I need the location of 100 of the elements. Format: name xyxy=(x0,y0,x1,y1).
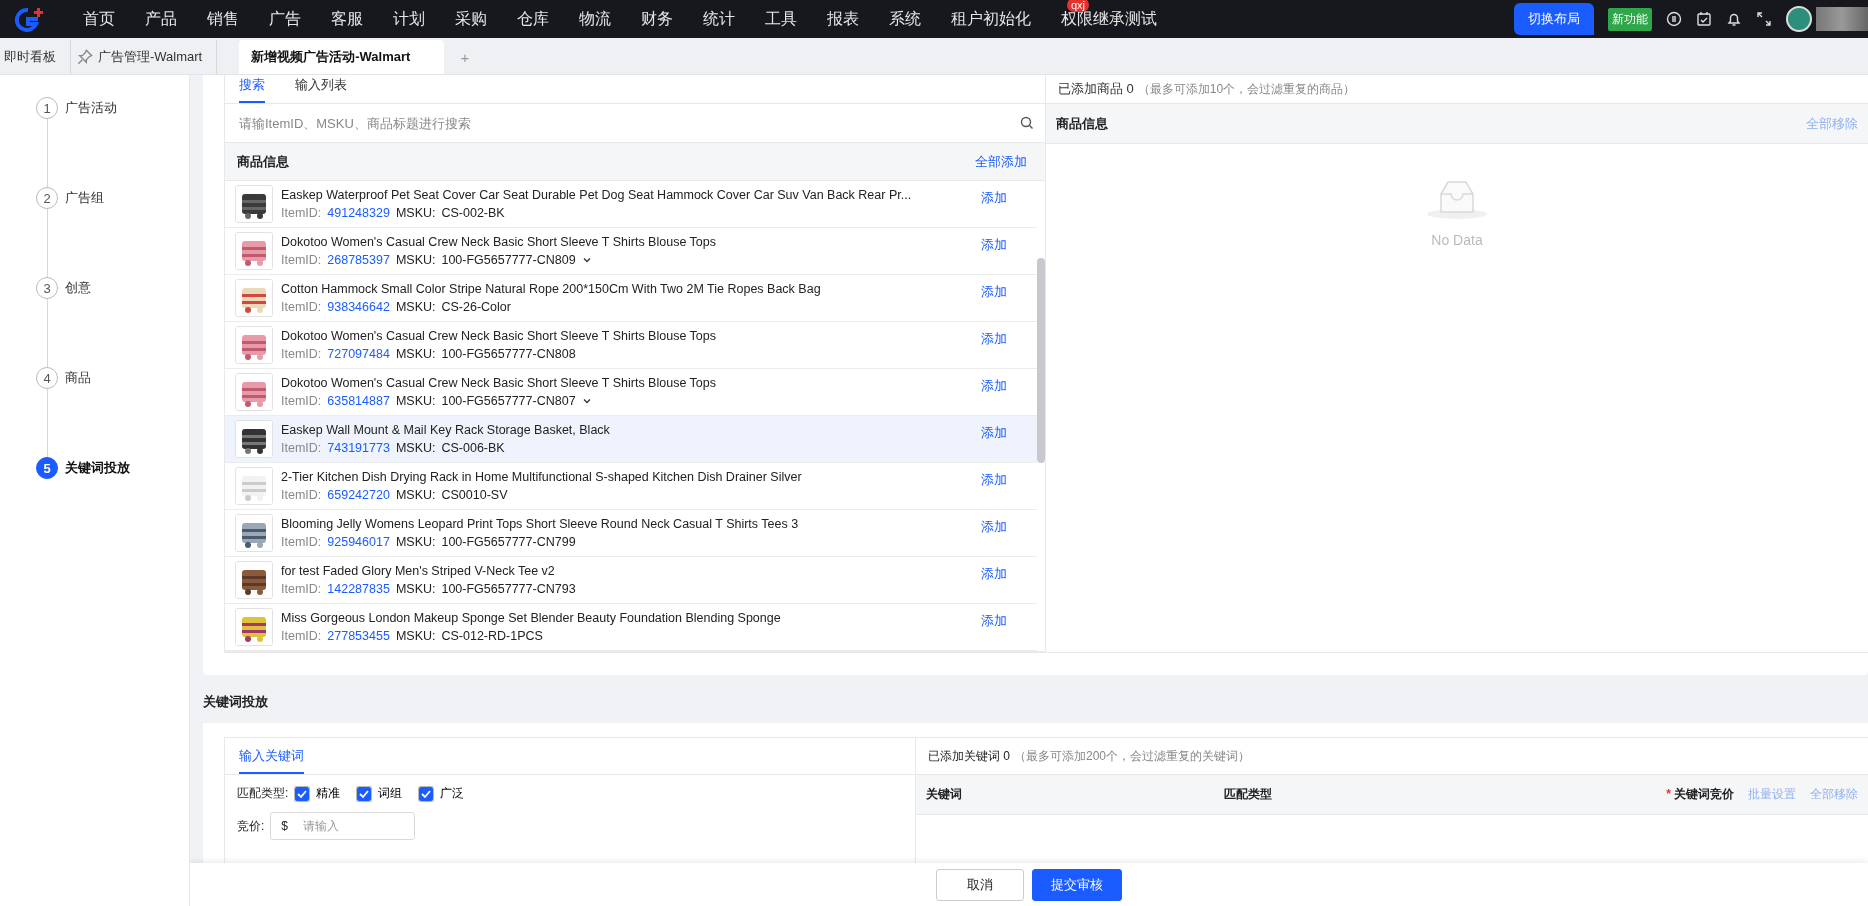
nav-item[interactable]: 租户初始化 xyxy=(936,0,1046,38)
chevron-down-icon[interactable] xyxy=(581,396,592,406)
msku-value: CS0010-SV xyxy=(441,488,508,502)
msku-value: CS-002-BK xyxy=(441,206,505,220)
product-row[interactable]: Miss Gorgeous London Makeup Sponge Set Blender Beauty Foundation Blending Sponge ItemID: 277853455 MSKU: CS-012-RD-1PCS 添加 xyxy=(225,604,1037,651)
submit-button[interactable]: 提交审核 xyxy=(1032,869,1122,901)
column-header: 商品信息 xyxy=(237,152,289,171)
item-id-link[interactable]: 268785397 xyxy=(327,253,390,267)
panel-tab[interactable]: 输入列表 xyxy=(295,76,347,103)
expand-icon[interactable] xyxy=(1756,11,1772,27)
item-id-link[interactable]: 727097484 xyxy=(327,347,390,361)
msku-value: 100-FG5657777-CN809 xyxy=(441,253,576,267)
add-all-link[interactable]: 全部添加 xyxy=(975,152,1027,171)
item-id-link[interactable]: 743191773 xyxy=(327,441,390,455)
product-row[interactable]: Easkep Waterproof Pet Seat Cover Car Seat Durable Pet Dog Seat Hammock Cover Car Suv Van Back Rear Pr... ItemID: 491248329 MSKU: CS-002-BK 添加 xyxy=(225,181,1037,228)
nav-item[interactable]: 工具 xyxy=(750,0,812,38)
step-item[interactable]: 4 商品 xyxy=(36,367,91,389)
product-row[interactable]: for test Faded Glory Men's Striped V-Neck Tee v2 ItemID: 142287835 MSKU: 100-FG5657777-CN793 添加 xyxy=(225,557,1037,604)
page-tab[interactable]: 即时看板 xyxy=(0,40,71,74)
checkbox-icon xyxy=(356,785,373,802)
product-title: Miss Gorgeous London Makeup Sponge Set Blender Beauty Foundation Blending Sponge xyxy=(281,611,782,625)
product-title: Dokotoo Women's Casual Crew Neck Basic Short Sleeve T Shirts Blouse Tops xyxy=(281,329,717,343)
item-id-label: ItemID: xyxy=(281,300,322,314)
item-id-link[interactable]: 635814887 xyxy=(327,394,390,408)
add-link[interactable]: 添加 xyxy=(981,236,1007,254)
inbox-icon xyxy=(1425,178,1489,220)
item-id-link[interactable]: 277853455 xyxy=(327,629,390,643)
search-field[interactable]: 请输ItemID、MSKU、商品标题进行搜索 xyxy=(237,114,1019,132)
nav-item[interactable]: 权限继承测试 qxj xyxy=(1046,0,1172,38)
step-item[interactable]: 1 广告活动 xyxy=(36,97,117,119)
item-id-link[interactable]: 659242720 xyxy=(327,488,390,502)
item-id-link[interactable]: 491248329 xyxy=(327,206,390,220)
checkbox-icon xyxy=(294,785,311,802)
nav-item[interactable]: 广告 xyxy=(254,0,316,38)
item-id-label: ItemID: xyxy=(281,535,322,549)
item-id-label: ItemID: xyxy=(281,394,322,408)
nav-item[interactable]: 财务 xyxy=(626,0,688,38)
product-title: Dokotoo Women's Casual Crew Neck Basic Short Sleeve T Shirts Blouse Tops xyxy=(281,376,717,390)
nav-item[interactable]: 计划 xyxy=(378,0,440,38)
field-label: 竞价: xyxy=(237,817,265,835)
step-item[interactable]: 5 关键词投放 xyxy=(36,457,130,479)
product-row[interactable]: Dokotoo Women's Casual Crew Neck Basic Short Sleeve T Shirts Blouse Tops ItemID: 727097484 MSKU: 100-FG5657777-CN808 添加 xyxy=(225,322,1037,369)
item-id-label: ItemID: xyxy=(281,347,322,361)
nav-item[interactable]: 仓库 xyxy=(502,0,564,38)
nav-item[interactable]: 采购 xyxy=(440,0,502,38)
msku-value: CS-006-BK xyxy=(441,441,505,455)
add-link[interactable]: 添加 xyxy=(981,283,1007,301)
product-title: 2-Tier Kitchen Dish Drying Rack in Home Multifunctional S-shaped Kitchen Dish Drainer Silver xyxy=(281,470,803,484)
add-link[interactable]: 添加 xyxy=(981,518,1007,536)
nav-item[interactable]: 产品 xyxy=(130,0,192,38)
column-header: * 关键词竞价 xyxy=(1666,786,1734,803)
section-title: 关键词投放 xyxy=(203,693,269,711)
product-row[interactable]: Cotton Hammock Small Color Stripe Natural Rope 200*150Cm With Two 2M Tie Ropes Back Bag ItemID: 938346642 MSKU: CS-26-Color 添加 xyxy=(225,275,1037,322)
chevron-down-icon[interactable] xyxy=(581,255,592,265)
bell-icon[interactable] xyxy=(1726,11,1742,27)
nav-item[interactable]: 系统 xyxy=(874,0,936,38)
cancel-button[interactable]: 取消 xyxy=(936,869,1024,901)
product-row[interactable]: Dokotoo Women's Casual Crew Neck Basic Short Sleeve T Shirts Blouse Tops ItemID: 268785397 MSKU: 100-FG5657777-CN809 添加 xyxy=(225,228,1037,275)
add-link[interactable]: 添加 xyxy=(981,612,1007,630)
item-id-link[interactable]: 142287835 xyxy=(327,582,390,596)
nav-item[interactable]: 首页 xyxy=(68,0,130,38)
calendar-check-icon[interactable] xyxy=(1696,11,1712,27)
add-link[interactable]: 添加 xyxy=(981,565,1007,583)
product-title: Cotton Hammock Small Color Stripe Natural Rope 200*150Cm With Two 2M Tie Ropes Back Bag xyxy=(281,282,822,296)
avatar[interactable] xyxy=(1786,6,1812,32)
msku-value: CS-012-RD-1PCS xyxy=(441,629,543,643)
product-row[interactable]: Blooming Jelly Womens Leopard Print Tops Short Sleeve Round Neck Casual T Shirts Tees 3 ItemID: 925946017 MSKU: 100-FG5657777-CN799 添加 xyxy=(225,510,1037,557)
page-tab[interactable]: 广告管理-Walmart xyxy=(71,40,218,74)
add-link[interactable]: 添加 xyxy=(981,377,1007,395)
empty-state-text: No Data xyxy=(1431,232,1483,248)
scrollbar[interactable] xyxy=(1037,258,1045,463)
panel-tab[interactable]: 搜索 xyxy=(239,76,265,103)
product-title: Easkep Wall Mount & Mail Key Rack Storage Basket, Black xyxy=(281,423,611,437)
msku-label: MSKU: xyxy=(395,488,436,502)
add-link[interactable]: 添加 xyxy=(981,424,1007,442)
add-link[interactable]: 添加 xyxy=(981,189,1007,207)
page-tab[interactable]: 新增视频广告活动-Walmart xyxy=(239,40,445,74)
item-id-link[interactable]: 925946017 xyxy=(327,535,390,549)
product-row[interactable]: Easkep Wall Mount & Mail Key Rack Storage Basket, Black ItemID: 743191773 MSKU: CS-006-BK 添加 xyxy=(225,416,1037,463)
panel-tab[interactable]: 输入关键词 xyxy=(239,747,304,774)
match-type-checkbox[interactable]: 广泛 xyxy=(418,785,465,802)
switch-layout-button[interactable]: 切换布局 xyxy=(1514,3,1594,35)
match-type-checkbox[interactable]: 词组 xyxy=(356,785,403,802)
step-item[interactable]: 2 广告组 xyxy=(36,187,104,209)
nav-item[interactable]: 物流 xyxy=(564,0,626,38)
add-link[interactable]: 添加 xyxy=(981,471,1007,489)
nav-item[interactable]: 客服 xyxy=(316,0,378,38)
added-count-label: 已添加商品 0 xyxy=(1058,80,1134,98)
match-type-checkbox[interactable]: 精准 xyxy=(294,785,341,802)
add-link[interactable]: 添加 xyxy=(981,330,1007,348)
product-row[interactable]: 2-Tier Kitchen Dish Drying Rack in Home Multifunctional S-shaped Kitchen Dish Drainer Silver ItemID: 659242720 MSKU: CS0010-SV 添加 xyxy=(225,463,1037,510)
nav-item[interactable]: 报表 xyxy=(812,0,874,38)
limit-note: （最多可添加10个，会过滤重复的商品） xyxy=(1137,80,1356,98)
nav-item[interactable]: 销售 xyxy=(192,0,254,38)
msku-label: MSKU: xyxy=(395,582,436,596)
item-id-link[interactable]: 938346642 xyxy=(327,300,390,314)
nav-item[interactable]: 统计 xyxy=(688,0,750,38)
column-header: 关键词 xyxy=(926,786,963,803)
search-icon[interactable] xyxy=(1019,115,1035,131)
step-item[interactable]: 3 创意 xyxy=(36,277,91,299)
